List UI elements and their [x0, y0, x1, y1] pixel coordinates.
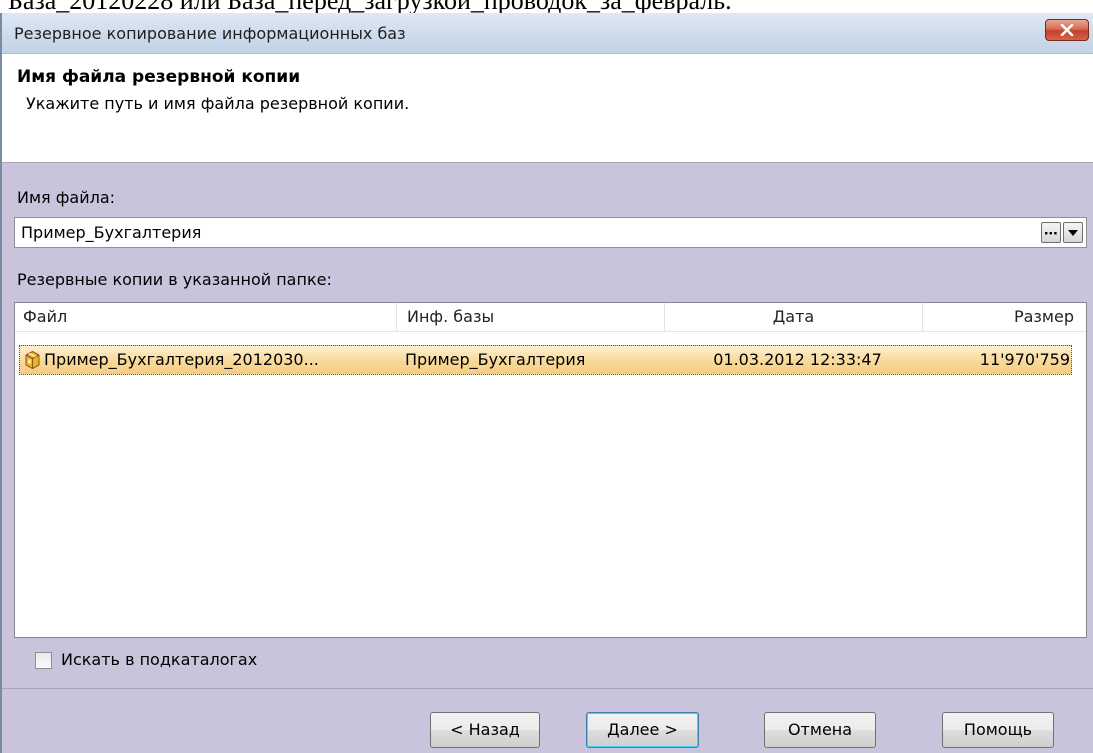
footer-divider	[2, 688, 1093, 689]
cancel-button[interactable]: Отмена	[764, 712, 876, 748]
column-header-file[interactable]: Файл	[15, 303, 397, 331]
list-header: Файл Инф. базы Дата Размер	[15, 303, 1086, 332]
column-header-date[interactable]: Дата	[665, 303, 923, 331]
column-header-base[interactable]: Инф. базы	[397, 303, 665, 331]
header-panel: Имя файла резервной копии Укажите путь и…	[2, 54, 1093, 163]
archive-icon	[25, 350, 40, 370]
row-size: 11'970'759	[979, 350, 1070, 369]
table-row[interactable]: Пример_Бухгалтерия_2012030... Пример_Бух…	[19, 345, 1072, 375]
column-header-size[interactable]: Размер	[923, 303, 1086, 331]
close-button[interactable]	[1045, 19, 1089, 41]
backup-dialog: Резервное копирование информационных баз…	[0, 13, 1093, 753]
search-subdirs-checkbox[interactable]	[35, 652, 52, 669]
title-bar: Резервное копирование информационных баз	[2, 13, 1093, 54]
window-title: Резервное копирование информационных баз	[14, 24, 406, 43]
browse-button[interactable]	[1041, 222, 1061, 243]
filename-input[interactable]	[15, 218, 1005, 247]
chevron-down-icon	[1068, 229, 1078, 236]
back-button[interactable]: < Назад	[430, 712, 540, 748]
filename-combo	[14, 217, 1087, 248]
dropdown-button[interactable]	[1063, 222, 1083, 243]
page-title: Имя файла резервной копии	[17, 67, 301, 87]
backups-list[interactable]: Файл Инф. базы Дата Размер Пример_Бухгал…	[14, 302, 1087, 638]
search-subdirs-label[interactable]: Искать в подкаталогах	[61, 650, 257, 669]
page-subtitle: Укажите путь и имя файла резервной копии…	[26, 94, 410, 113]
backups-label: Резервные копии в указанной папке:	[17, 270, 332, 289]
help-button[interactable]: Помощь	[942, 712, 1054, 748]
row-date: 01.03.2012 12:33:47	[713, 350, 882, 369]
ellipsis-icon	[1045, 231, 1057, 234]
row-file: Пример_Бухгалтерия_2012030...	[44, 350, 319, 369]
row-base: Пример_Бухгалтерия	[405, 350, 586, 369]
next-button[interactable]: Далее >	[586, 712, 699, 748]
close-icon	[1060, 24, 1074, 36]
filename-label: Имя файла:	[17, 188, 116, 207]
